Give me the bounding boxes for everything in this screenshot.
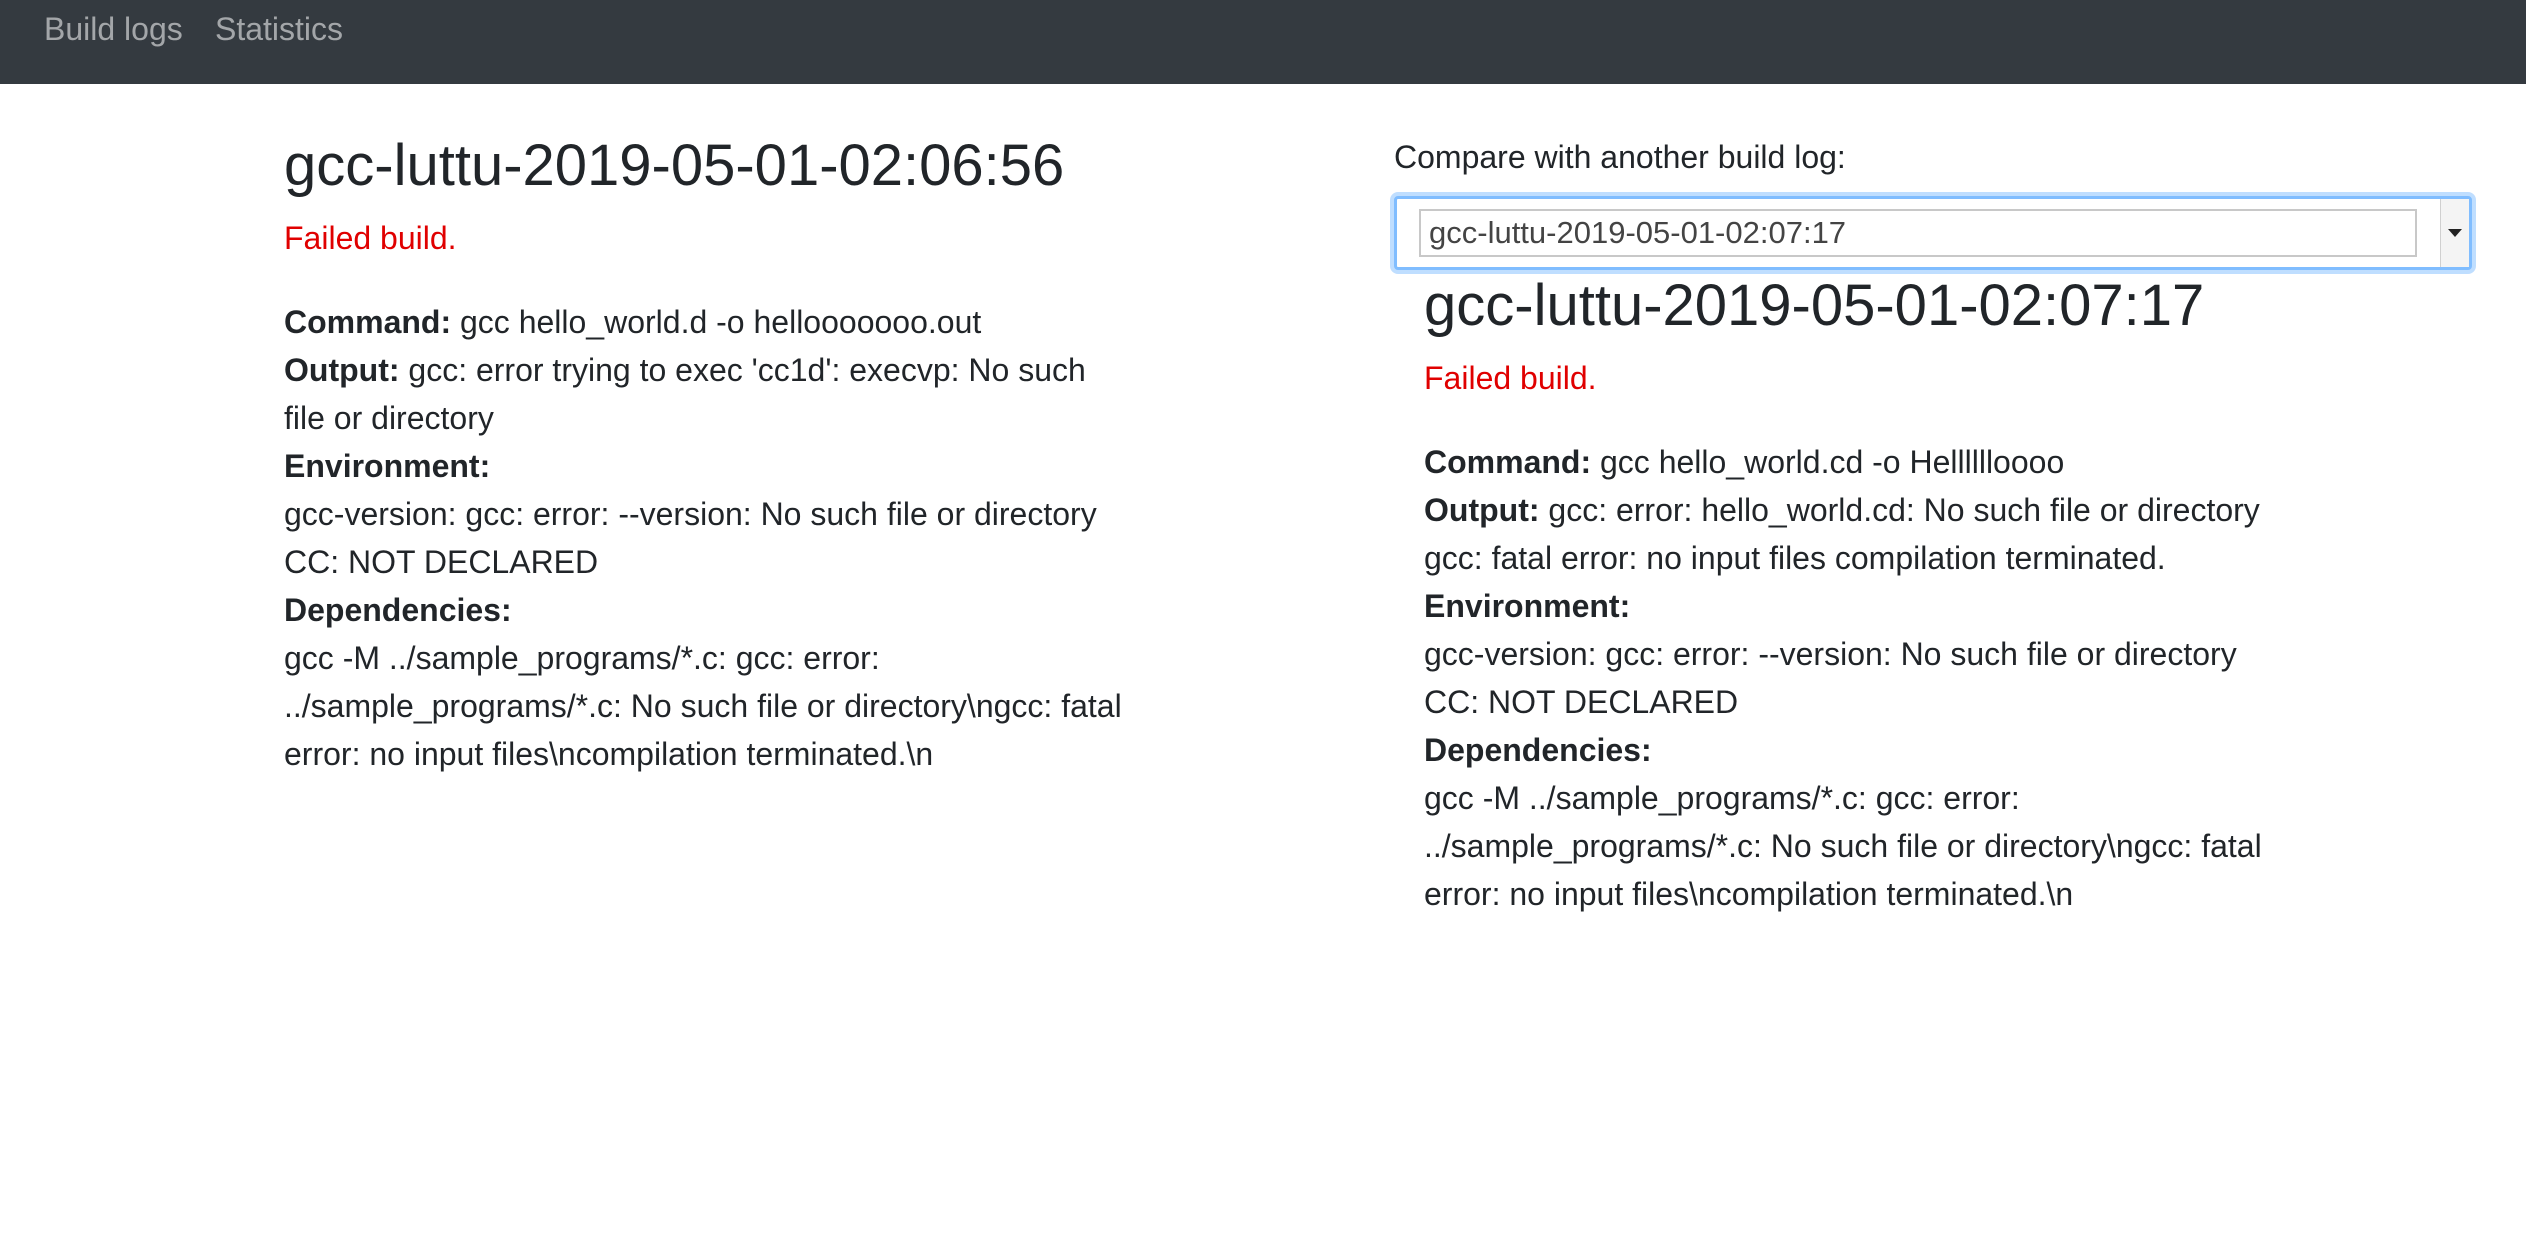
output-label: Output: bbox=[284, 352, 400, 388]
compared-build-log-title: gcc-luttu-2019-05-01-02:07:17 bbox=[1424, 273, 2205, 338]
build-log-panel-primary: gcc-luttu-2019-05-01-02:06:56 Failed bui… bbox=[284, 128, 1124, 778]
command-row: Command: gcc hello_world.cd -o Hellllllo… bbox=[1424, 438, 2264, 486]
command-label: Command: bbox=[284, 304, 452, 340]
env-gcc-version: gcc-version: gcc: error: --version: No s… bbox=[1424, 636, 2237, 672]
command-value: gcc hello_world.cd -o Helllllloooo bbox=[1591, 444, 2065, 480]
top-navbar: Build logs Statistics bbox=[0, 0, 2526, 84]
compared-build-status: Failed build. bbox=[1424, 360, 1597, 396]
compared-build-details: Command: gcc hello_world.cd -o Hellllllo… bbox=[1424, 438, 2264, 918]
output-row: Output: gcc: error: hello_world.cd: No s… bbox=[1424, 486, 2264, 582]
nav-link-statistics[interactable]: Statistics bbox=[215, 10, 343, 48]
dependencies-label-text: Dependencies: bbox=[284, 592, 512, 628]
build-status: Failed build. bbox=[284, 220, 457, 256]
build-log-panel-compared: gcc-luttu-2019-05-01-02:07:17 Failed bui… bbox=[1424, 268, 2264, 918]
env-cc: CC: NOT DECLARED bbox=[1424, 684, 1739, 720]
build-log-title: gcc-luttu-2019-05-01-02:06:56 bbox=[284, 133, 1065, 198]
output-value: gcc: error trying to exec 'cc1d': execvp… bbox=[284, 352, 1086, 436]
command-value: gcc hello_world.d -o hellooooooo.out bbox=[451, 304, 982, 340]
dependencies-label: Dependencies: bbox=[1424, 726, 2264, 774]
dependencies-value: gcc -M ../sample_programs/*.c: gcc: erro… bbox=[1424, 780, 2262, 912]
compare-select-value[interactable]: gcc-luttu-2019-05-01-02:07:17 bbox=[1419, 209, 2417, 257]
output-row: Output: gcc: error trying to exec 'cc1d'… bbox=[284, 346, 1124, 442]
nav-link-build-logs[interactable]: Build logs bbox=[44, 10, 183, 48]
environment-label-text: Environment: bbox=[1424, 588, 1631, 624]
env-gcc-version: gcc-version: gcc: error: --version: No s… bbox=[284, 496, 1097, 532]
env-cc: CC: NOT DECLARED bbox=[284, 544, 599, 580]
dependencies-label: Dependencies: bbox=[284, 586, 1124, 634]
compare-build-log-select[interactable]: gcc-luttu-2019-05-01-02:07:17 bbox=[1394, 196, 2472, 270]
dependencies-value: gcc -M ../sample_programs/*.c: gcc: erro… bbox=[284, 640, 1122, 772]
build-details: Command: gcc hello_world.d -o helloooooo… bbox=[284, 298, 1124, 778]
command-label: Command: bbox=[1424, 444, 1592, 480]
compare-label: Compare with another build log: bbox=[1394, 139, 1846, 175]
environment-label-text: Environment: bbox=[284, 448, 491, 484]
command-row: Command: gcc hello_world.d -o helloooooo… bbox=[284, 298, 1124, 346]
dropdown-arrow-button[interactable] bbox=[2440, 199, 2469, 267]
environment-label: Environment: bbox=[284, 442, 1124, 490]
environment-label: Environment: bbox=[1424, 582, 2264, 630]
output-value: gcc: error: hello_world.cd: No such file… bbox=[1424, 492, 2260, 576]
output-label: Output: bbox=[1424, 492, 1540, 528]
dependencies-label-text: Dependencies: bbox=[1424, 732, 1652, 768]
caret-down-icon bbox=[2448, 229, 2462, 237]
